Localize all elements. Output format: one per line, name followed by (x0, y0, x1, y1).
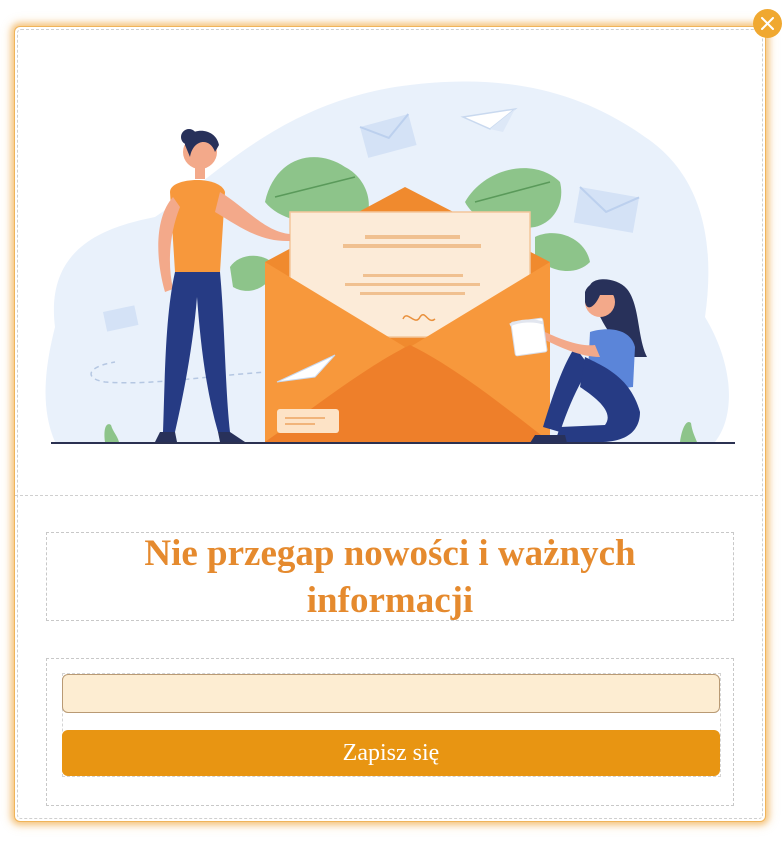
title-container: Nie przegap nowości i ważnych informacji (46, 532, 734, 621)
subscribe-button[interactable]: Zapisz się (62, 730, 720, 776)
close-button[interactable] (753, 9, 782, 38)
hero-illustration (15, 27, 763, 496)
popup-title: Nie przegap nowości i ważnych informacji (144, 532, 636, 621)
close-icon (761, 17, 774, 30)
email-input[interactable] (62, 674, 720, 713)
newsletter-envelope-illustration (45, 81, 735, 444)
